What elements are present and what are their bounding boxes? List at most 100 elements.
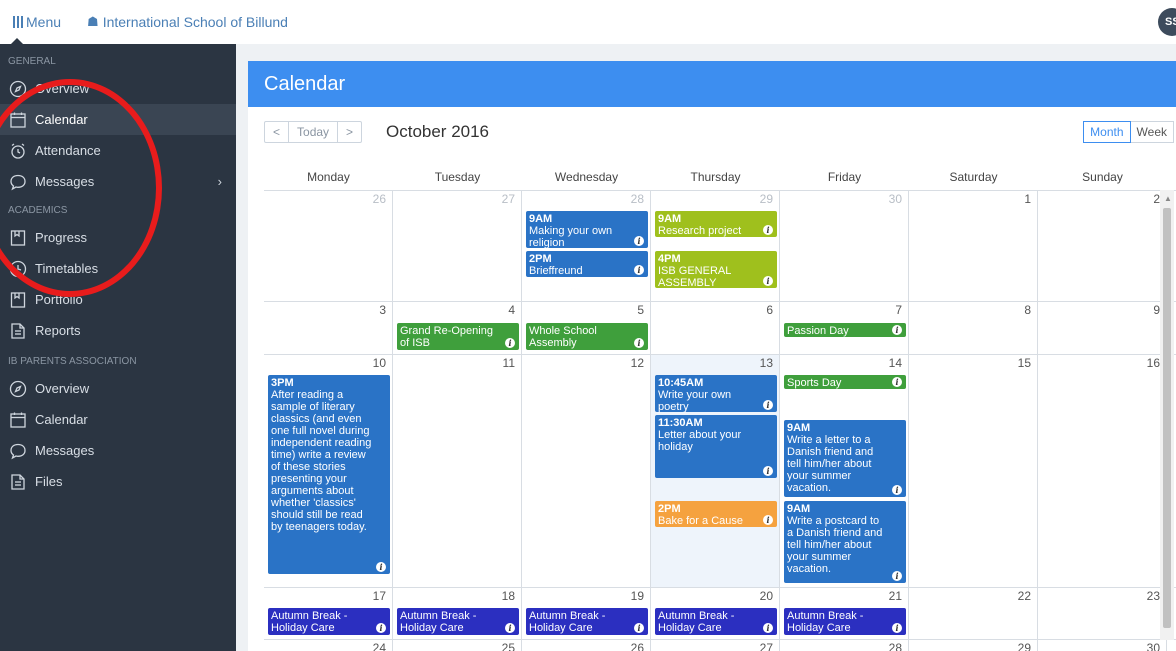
- info-icon[interactable]: i: [763, 225, 773, 235]
- info-icon[interactable]: i: [763, 623, 773, 633]
- day-cell[interactable]: 19 Autumn Break - Holiday Care i: [522, 588, 651, 639]
- info-icon[interactable]: i: [892, 485, 902, 495]
- day-cell[interactable]: 5 Whole School Assembly i: [522, 302, 651, 354]
- day-cell[interactable]: 29 9AM Research project i 4PM ISB GENERAL ASS…: [651, 191, 780, 301]
- calendar-event[interactable]: 9AM Making your own religion i: [526, 211, 648, 249]
- info-icon[interactable]: i: [763, 276, 773, 286]
- scroll-up-icon[interactable]: ▲: [1164, 194, 1172, 203]
- sidebar-item-academics-reports[interactable]: Reports: [0, 315, 236, 346]
- sidebar-item-label: Attendance: [35, 143, 101, 158]
- day-number: 2: [1153, 192, 1160, 206]
- calendar-event[interactable]: 3PM After reading a sample of literary cl…: [268, 375, 390, 574]
- day-cell-today[interactable]: 13 10:45AM Write your own poetry i 11:30AM Le…: [651, 355, 780, 587]
- info-icon[interactable]: i: [634, 623, 644, 633]
- info-icon[interactable]: i: [505, 623, 515, 633]
- day-cell[interactable]: 1: [909, 191, 1038, 301]
- day-cell[interactable]: 6: [651, 302, 780, 354]
- view-week-button[interactable]: Week: [1130, 121, 1174, 143]
- day-cell[interactable]: 24: [264, 640, 393, 651]
- day-cell[interactable]: 30: [1038, 640, 1167, 651]
- day-cell[interactable]: 7 Passion Day i: [780, 302, 909, 354]
- sidebar-item-general-attendance[interactable]: Attendance: [0, 135, 236, 166]
- next-month-button[interactable]: >: [337, 122, 361, 142]
- day-cell[interactable]: 22: [909, 588, 1038, 639]
- calendar-event[interactable]: 9AM Research project i: [655, 211, 777, 237]
- day-cell[interactable]: 16: [1038, 355, 1167, 587]
- info-icon[interactable]: i: [892, 623, 902, 633]
- day-cell[interactable]: 20 Autumn Break - Holiday Care i: [651, 588, 780, 639]
- day-cell[interactable]: 11: [393, 355, 522, 587]
- sidebar-item-general-overview[interactable]: Overview: [0, 73, 236, 104]
- info-icon[interactable]: i: [376, 562, 386, 572]
- day-cell[interactable]: 28 9AM Making your own religion i 2PM Brieffr…: [522, 191, 651, 301]
- menu-button[interactable]: Menu: [13, 14, 61, 30]
- calendar-event[interactable]: Autumn Break - Holiday Care i: [784, 608, 906, 635]
- day-cell[interactable]: 15: [909, 355, 1038, 587]
- day-cell[interactable]: 2: [1038, 191, 1167, 301]
- sidebar-item-parents-files[interactable]: Files: [0, 466, 236, 497]
- day-cell[interactable]: 26: [264, 191, 393, 301]
- day-cell[interactable]: 18 Autumn Break - Holiday Care i: [393, 588, 522, 639]
- sidebar-item-general-messages[interactable]: Messages ›: [0, 166, 236, 197]
- day-cell[interactable]: 17 Autumn Break - Holiday Care i: [264, 588, 393, 639]
- calendar-event[interactable]: Grand Re-Opening of ISB i: [397, 323, 519, 350]
- day-cell[interactable]: 9: [1038, 302, 1167, 354]
- info-icon[interactable]: i: [634, 265, 644, 275]
- day-cell[interactable]: 26: [522, 640, 651, 651]
- sidebar-item-academics-portfolio[interactable]: Portfolio: [0, 284, 236, 315]
- calendar-event[interactable]: 9AM Write a letter to a Danish friend and…: [784, 420, 906, 497]
- calendar-event[interactable]: 9AM Write a postcard to a Danish friend a…: [784, 501, 906, 583]
- day-cell[interactable]: 14 Sports Day i 9AM Write a letter to a Dani…: [780, 355, 909, 587]
- view-month-button[interactable]: Month: [1083, 121, 1131, 143]
- calendar-event[interactable]: 2PM Brieffreund i: [526, 251, 648, 277]
- day-cell[interactable]: 3: [264, 302, 393, 354]
- sidebar-item-parents-overview[interactable]: Overview: [0, 373, 236, 404]
- calendar-event[interactable]: Whole School Assembly i: [526, 323, 648, 350]
- prev-month-button[interactable]: <: [265, 122, 288, 142]
- school-home-link[interactable]: ☗ International School of Billund: [87, 14, 288, 30]
- scrollbar-thumb[interactable]: [1163, 208, 1171, 628]
- calendar-event[interactable]: 10:45AM Write your own poetry i: [655, 375, 777, 413]
- sidebar-item-academics-progress[interactable]: Progress: [0, 222, 236, 253]
- calendar-event[interactable]: 11:30AM Letter about your holiday i: [655, 415, 777, 478]
- sidebar-item-academics-timetables[interactable]: Timetables: [0, 253, 236, 284]
- calendar-event[interactable]: Autumn Break - Holiday Care i: [655, 608, 777, 635]
- day-number: 27: [501, 192, 515, 206]
- calendar-scrollbar[interactable]: ▲: [1160, 190, 1174, 640]
- sidebar-item-general-calendar[interactable]: Calendar: [0, 104, 236, 135]
- avatar[interactable]: SS: [1158, 8, 1176, 36]
- day-cell[interactable]: 21 Autumn Break - Holiday Care i: [780, 588, 909, 639]
- day-cell[interactable]: 23: [1038, 588, 1167, 639]
- day-cell[interactable]: 28: [780, 640, 909, 651]
- day-cell[interactable]: 12: [522, 355, 651, 587]
- calendar-event[interactable]: Autumn Break - Holiday Care i: [397, 608, 519, 635]
- day-cell[interactable]: 25: [393, 640, 522, 651]
- info-icon[interactable]: i: [376, 623, 386, 633]
- day-cell[interactable]: 29: [909, 640, 1038, 651]
- info-icon[interactable]: i: [763, 466, 773, 476]
- calendar-event[interactable]: Autumn Break - Holiday Care i: [268, 608, 390, 635]
- sidebar-item-parents-calendar[interactable]: Calendar: [0, 404, 236, 435]
- calendar-event[interactable]: 2PM Bake for a Cause i: [655, 501, 777, 527]
- calendar-event[interactable]: 4PM ISB GENERAL ASSEMBLY i: [655, 251, 777, 289]
- calendar-event[interactable]: Sports Day i: [784, 375, 906, 389]
- day-cell[interactable]: 27: [393, 191, 522, 301]
- info-icon[interactable]: i: [892, 325, 902, 335]
- day-cell[interactable]: 30: [780, 191, 909, 301]
- sidebar-item-parents-messages[interactable]: Messages: [0, 435, 236, 466]
- calendar-event[interactable]: Passion Day i: [784, 323, 906, 337]
- info-icon[interactable]: i: [634, 236, 644, 246]
- info-icon[interactable]: i: [892, 377, 902, 387]
- day-cell[interactable]: 4 Grand Re-Opening of ISB i: [393, 302, 522, 354]
- day-cell[interactable]: 27: [651, 640, 780, 651]
- calendar-event[interactable]: Autumn Break - Holiday Care i: [526, 608, 648, 635]
- info-icon[interactable]: i: [763, 400, 773, 410]
- info-icon[interactable]: i: [634, 338, 644, 348]
- day-cell[interactable]: 8: [909, 302, 1038, 354]
- day-cell[interactable]: 10 3PM After reading a sample of literary …: [264, 355, 393, 587]
- info-icon[interactable]: i: [892, 571, 902, 581]
- event-title: Autumn Break - Holiday Care: [271, 610, 348, 634]
- today-button[interactable]: Today: [288, 122, 337, 142]
- info-icon[interactable]: i: [763, 515, 773, 525]
- info-icon[interactable]: i: [505, 338, 515, 348]
